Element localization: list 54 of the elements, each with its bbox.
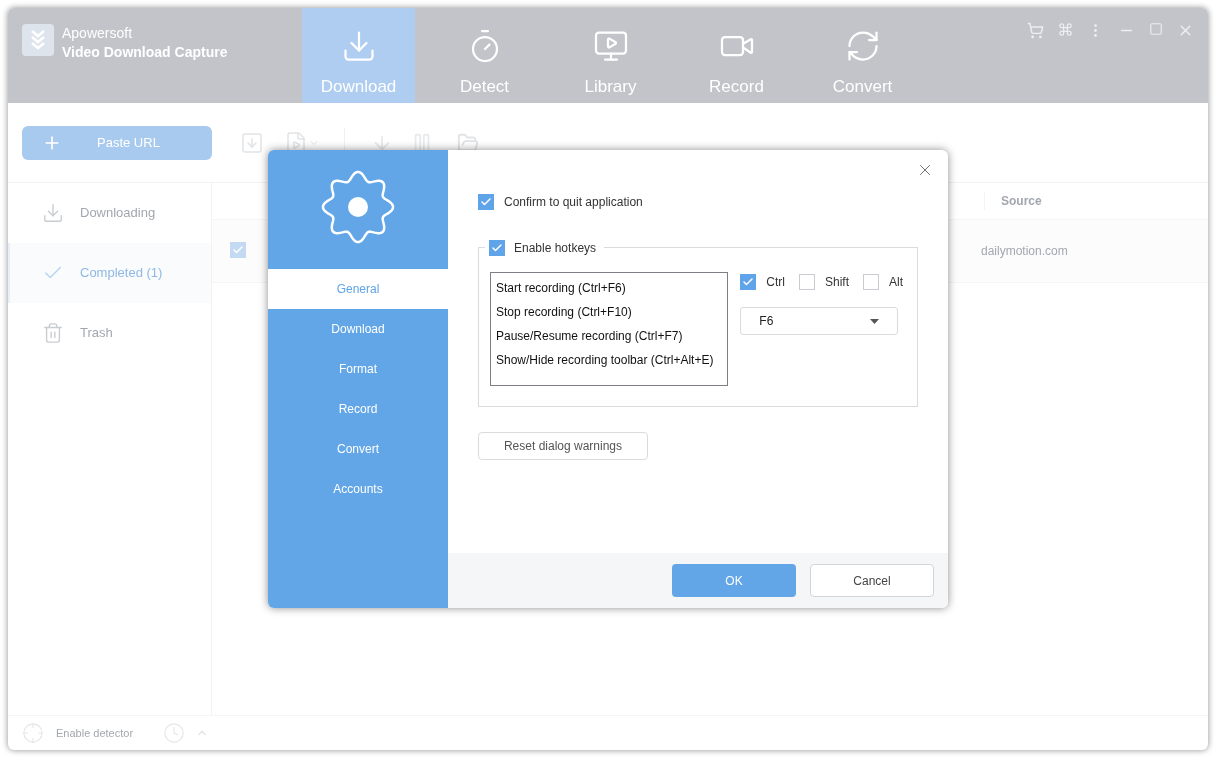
caret-icon — [870, 318, 880, 324]
table-cell-text: dailymotion.com — [981, 243, 1068, 260]
product-name: Video Download Capture — [62, 43, 228, 62]
check-icon — [480, 196, 492, 208]
check-icon — [742, 276, 755, 288]
check-icon — [232, 244, 244, 256]
sidebar-item[interactable]: Trash — [8, 303, 211, 363]
hotkey-list-item[interactable]: Show/Hide recording toolbar (Ctrl+Alt+E) — [496, 351, 728, 369]
play-icon — [592, 28, 629, 64]
nav-tab[interactable]: Library — [554, 8, 667, 103]
maximize-icon[interactable] — [1149, 22, 1163, 36]
sidebar-item[interactable]: Downloading — [8, 183, 211, 243]
dialog-nav-item[interactable]: Accounts — [268, 469, 448, 509]
checkbox-label: Shift — [824, 274, 849, 291]
nav-tab[interactable]: Convert — [806, 8, 919, 103]
ok-button[interactable]: OK — [672, 564, 796, 597]
detector-label[interactable]: Enable detector — [56, 724, 134, 742]
download-icon — [42, 202, 64, 224]
column-header: Source — [984, 192, 1042, 210]
logo-icon — [22, 24, 54, 56]
nav-tab[interactable]: Detect — [428, 8, 541, 103]
nav-tab[interactable]: Download — [302, 8, 415, 103]
paste-url-button[interactable]: Paste URL — [22, 125, 212, 160]
checkbox[interactable] — [740, 274, 757, 290]
dialog-nav-item[interactable]: Convert — [268, 429, 448, 469]
dialog-nav-item[interactable]: Format — [268, 349, 448, 389]
checkbox[interactable] — [798, 274, 815, 290]
reset-button[interactable]: Reset dialog warnings — [478, 432, 648, 460]
cancel-button[interactable]: Cancel — [810, 564, 934, 597]
checkbox[interactable] — [863, 274, 879, 290]
checkbox[interactable] — [489, 240, 505, 256]
trash-icon — [42, 322, 64, 344]
command-icon[interactable] — [1058, 22, 1073, 37]
nav-tab[interactable]: Record — [680, 8, 793, 103]
hotkey-list-item[interactable]: Pause/Resume recording (Ctrl+F7) — [496, 327, 728, 345]
clock-icon[interactable] — [163, 722, 186, 744]
sidebar-item[interactable]: Completed (1) — [8, 243, 211, 303]
dialog-nav-item[interactable]: General — [268, 269, 448, 309]
key-dropdown[interactable]: F6 — [740, 307, 899, 335]
hotkey-list-item[interactable]: Stop recording (Ctrl+F10) — [496, 303, 728, 321]
download-icon[interactable] — [240, 130, 264, 155]
hotkey-list-item[interactable]: Start recording (Ctrl+F6) — [496, 279, 728, 297]
crosshair-icon[interactable] — [22, 722, 44, 744]
check-icon — [491, 242, 503, 254]
checkbox[interactable] — [230, 242, 246, 258]
brand-name: Apowersoft — [62, 24, 134, 43]
checkbox[interactable] — [478, 194, 494, 210]
checkbox-label: Alt — [889, 274, 903, 291]
checkbox-label: Enable hotkeys — [514, 240, 598, 257]
dialog-nav-item[interactable]: Record — [268, 389, 448, 429]
dialog-nav-item[interactable]: Download — [268, 309, 448, 349]
checkbox-label: Confirm to quit application — [504, 194, 643, 211]
checkbox-label: Ctrl — [766, 274, 785, 291]
cart-icon[interactable] — [1027, 22, 1044, 39]
